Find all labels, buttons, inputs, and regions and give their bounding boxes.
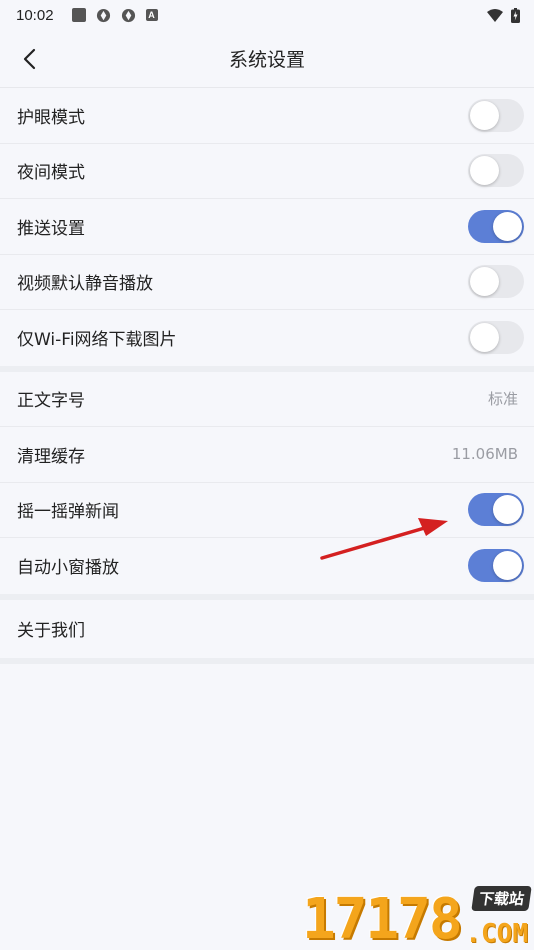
- setting-row-wifi-images: 仅Wi-Fi网络下载图片: [0, 310, 534, 366]
- back-button[interactable]: [14, 44, 44, 74]
- watermark-domain: .COM: [465, 919, 528, 949]
- night-mode-toggle[interactable]: [468, 154, 524, 188]
- setting-row-night-mode: 夜间模式: [0, 143, 534, 199]
- toggle-knob: [470, 156, 499, 186]
- section-divider: [0, 657, 534, 664]
- setting-label: 正文字号: [17, 391, 85, 412]
- setting-row-shake-news: 摇一摇弹新闻: [0, 482, 534, 538]
- watermark-badge: 下载站: [471, 886, 532, 911]
- setting-row-about[interactable]: 关于我们: [0, 599, 534, 658]
- setting-label: 推送设置: [17, 218, 85, 239]
- setting-label: 关于我们: [17, 621, 85, 641]
- settings-group-general: 正文字号 标准 清理缓存 11.06MB 摇一摇弹新闻 自动小窗播放: [0, 371, 534, 594]
- aperture-icon-2: [121, 8, 135, 22]
- toggle-knob: [470, 323, 499, 353]
- setting-row-clear-cache[interactable]: 清理缓存 11.06MB: [0, 427, 534, 483]
- setting-label: 夜间模式: [17, 163, 85, 184]
- notification-square-icon: [71, 8, 86, 22]
- header-bar: 系统设置: [0, 30, 534, 88]
- setting-row-mini-window: 自动小窗播放: [0, 538, 534, 594]
- wifi-icon: [487, 8, 503, 22]
- toggle-knob: [493, 211, 522, 241]
- page-title: 系统设置: [228, 49, 305, 71]
- video-mute-toggle[interactable]: [468, 265, 524, 299]
- toggle-knob: [470, 267, 499, 297]
- settings-group-about: 关于我们: [0, 599, 534, 658]
- setting-label: 摇一摇弹新闻: [17, 502, 119, 523]
- watermark-logo: 17178 下载站 .COM: [302, 886, 532, 950]
- setting-row-push: 推送设置: [0, 199, 534, 255]
- battery-charging-icon: [511, 7, 520, 23]
- toggle-knob: [493, 495, 522, 525]
- watermark-digits: 17178: [302, 887, 463, 950]
- mini-window-toggle[interactable]: [468, 549, 524, 583]
- status-time: 10:02: [16, 6, 54, 24]
- setting-label: 自动小窗播放: [17, 558, 119, 579]
- wifi-images-toggle[interactable]: [468, 321, 524, 355]
- status-left: 10:02 A: [16, 7, 158, 24]
- setting-row-video-mute: 视频默认静音播放: [0, 254, 534, 310]
- a-icon: A: [145, 9, 158, 21]
- font-size-value: 标准: [487, 390, 518, 409]
- status-bar: 10:02 A: [0, 0, 534, 30]
- push-toggle[interactable]: [468, 209, 524, 243]
- aperture-icon: [96, 8, 110, 22]
- chevron-left-icon: [23, 48, 36, 70]
- setting-label: 仅Wi-Fi网络下载图片: [17, 330, 177, 351]
- eye-care-toggle[interactable]: [468, 98, 524, 132]
- setting-row-eye-care: 护眼模式: [0, 88, 534, 144]
- shake-news-toggle[interactable]: [468, 493, 524, 527]
- setting-row-font-size[interactable]: 正文字号 标准: [0, 371, 534, 427]
- setting-label: 视频默认静音播放: [17, 274, 153, 295]
- setting-label: 护眼模式: [17, 107, 85, 128]
- settings-group-display: 护眼模式 夜间模式 推送设置 视频默认静音播放 仅Wi-Fi网络下载图片: [0, 88, 534, 366]
- setting-label: 清理缓存: [17, 446, 85, 467]
- toggle-knob: [493, 551, 522, 581]
- toggle-knob: [470, 100, 499, 130]
- status-right: [487, 7, 520, 23]
- cache-size-value: 11.06MB: [451, 445, 518, 464]
